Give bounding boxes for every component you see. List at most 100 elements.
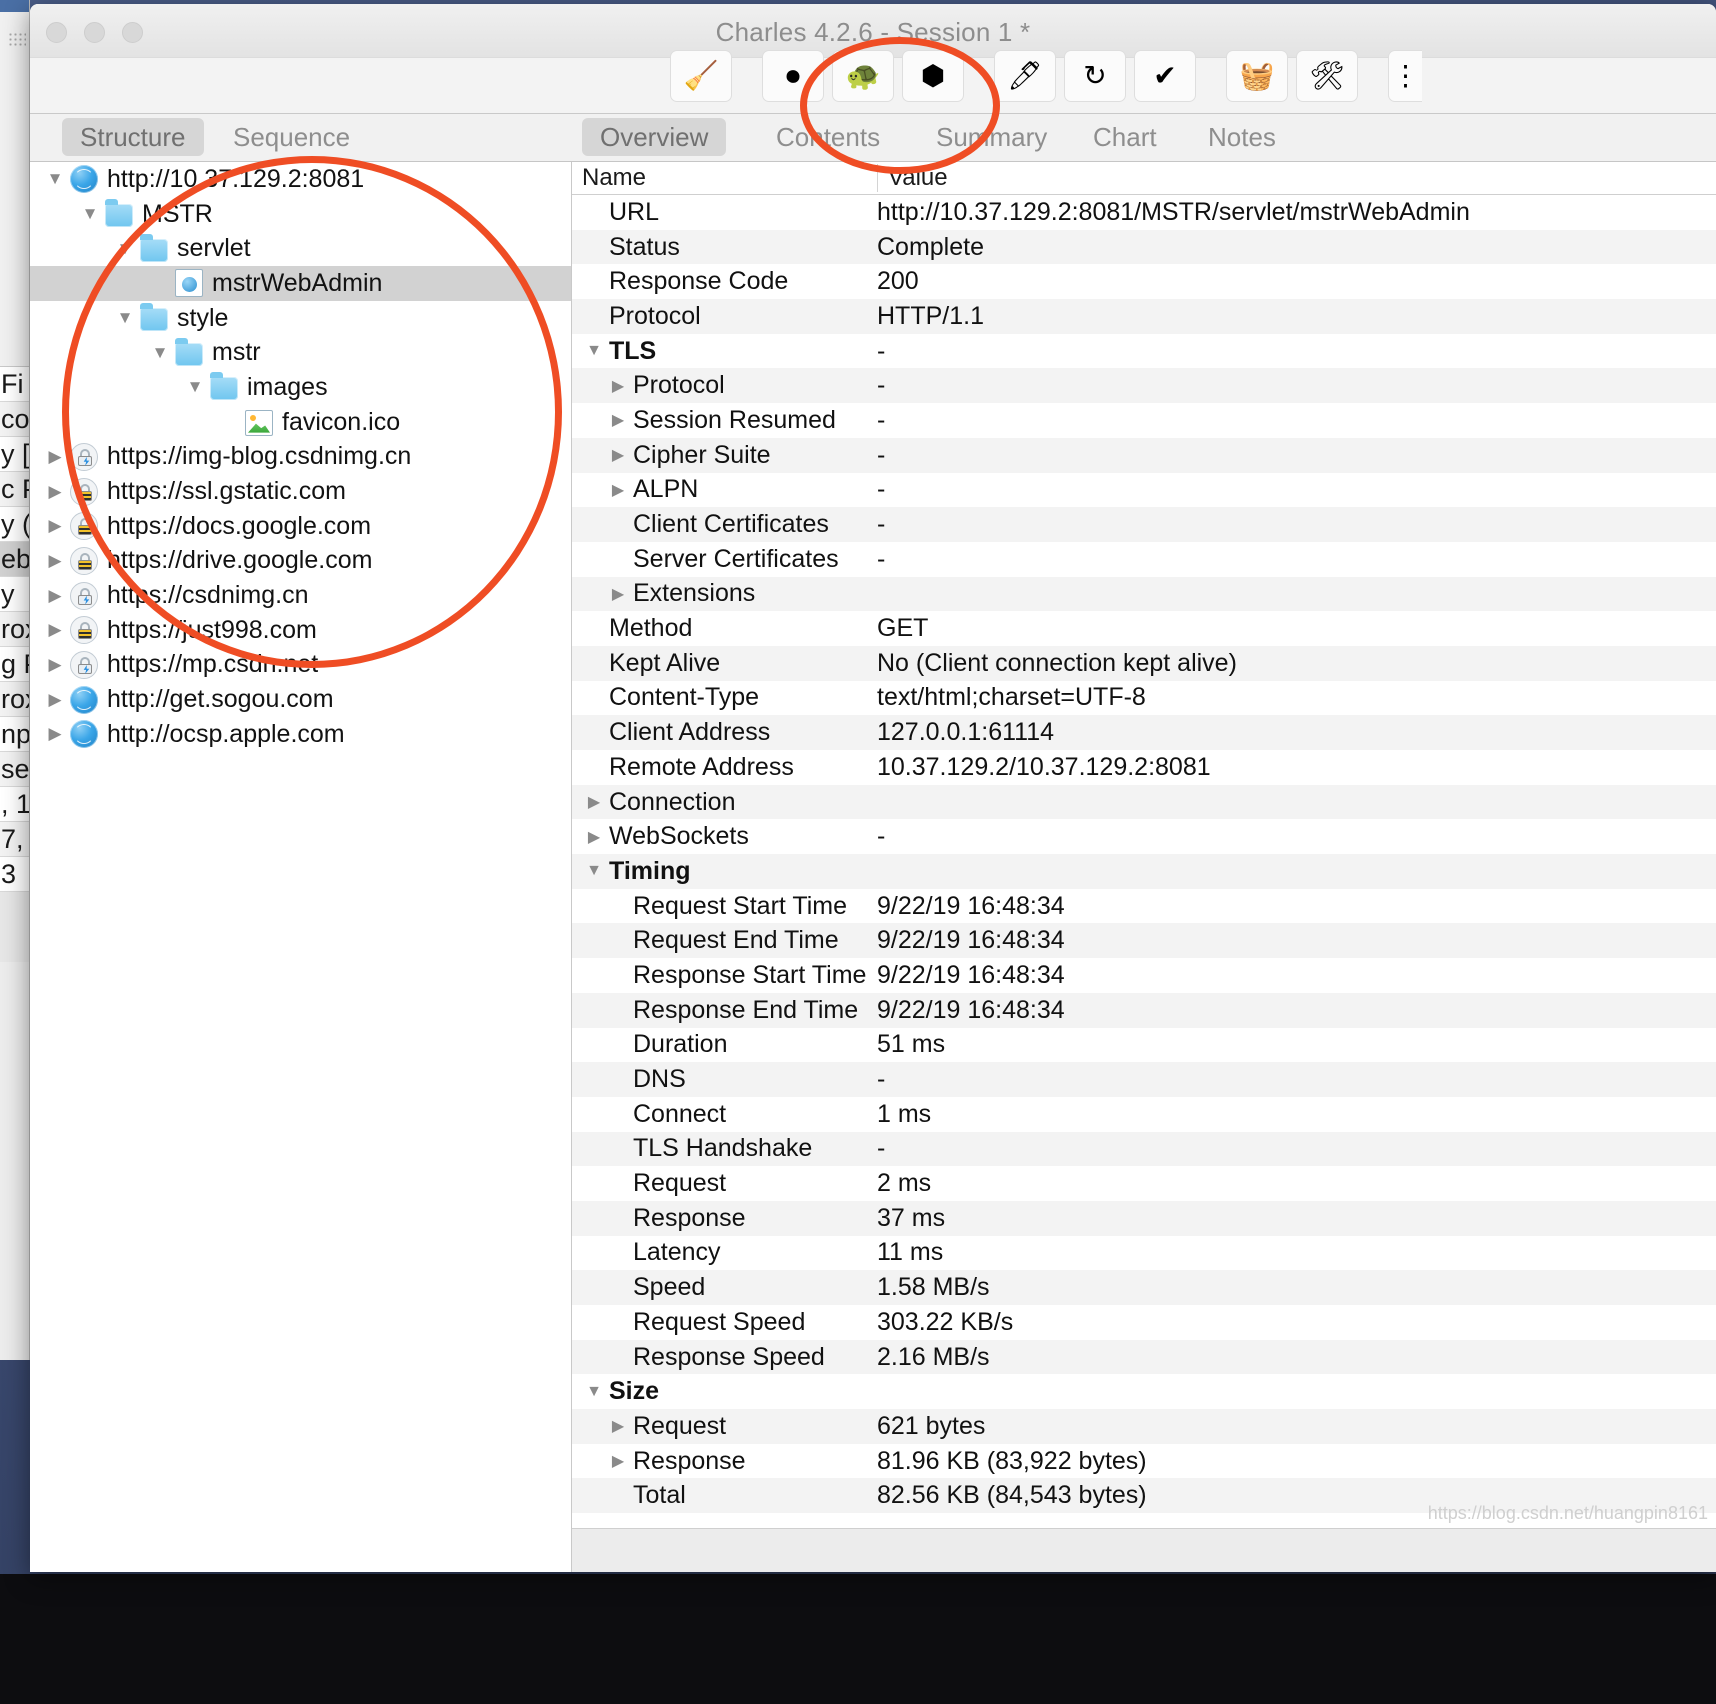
chevron-down-icon[interactable]: ▼	[184, 377, 206, 397]
table-row[interactable]: ▶Response Speed2.16 MB/s	[572, 1339, 1716, 1375]
chevron-down-icon[interactable]: ▼	[114, 308, 136, 328]
overview-details-pane[interactable]: Name Value ▶URLhttp://10.37.129.2:8081/M…	[572, 162, 1716, 1572]
record-button[interactable]: ⏺	[762, 50, 824, 102]
tree-item[interactable]: ▶ http://get.sogou.com	[30, 682, 571, 717]
tab-overview[interactable]: Overview	[582, 118, 727, 156]
table-row[interactable]: ▶Client Certificates-	[572, 507, 1716, 542]
chevron-down-icon[interactable]: ▼	[149, 343, 171, 363]
table-row[interactable]: ▶Response Code200	[572, 264, 1716, 300]
table-row[interactable]: ▶ WebSockets -	[572, 819, 1716, 855]
chevron-down-icon[interactable]: ▼	[584, 862, 604, 880]
toolbar-overflow-button[interactable]: ⋮	[1388, 50, 1422, 102]
tree-item[interactable]: ▶ https://mp.csdn.net	[30, 648, 571, 683]
chevron-right-icon[interactable]: ▶	[44, 724, 66, 744]
tree-item[interactable]: ▼ style	[30, 301, 571, 336]
table-row[interactable]: ▶Duration51 ms	[572, 1027, 1716, 1063]
table-row[interactable]: ▶ Cipher Suite -	[572, 437, 1716, 473]
chevron-down-icon[interactable]: ▼	[79, 204, 101, 224]
chevron-right-icon[interactable]: ▶	[44, 482, 66, 502]
table-row[interactable]: ▶Connect1 ms	[572, 1096, 1716, 1132]
table-row[interactable]: ▶Response37 ms	[572, 1200, 1716, 1236]
chevron-right-icon[interactable]: ▶	[44, 586, 66, 606]
table-row[interactable]: ▶ Connection	[572, 784, 1716, 820]
chevron-right-icon[interactable]: ▶	[608, 1416, 628, 1436]
repeat-button[interactable]: ↻	[1064, 50, 1126, 102]
table-row[interactable]: ▶ Response 81.96 KB (83,922 bytes)	[572, 1443, 1716, 1479]
chevron-right-icon[interactable]: ▶	[44, 516, 66, 536]
tree-item[interactable]: ▶ favicon.ico	[30, 405, 571, 440]
tree-item[interactable]: ▼ servlet	[30, 231, 571, 266]
column-header-name[interactable]: Name	[572, 164, 877, 192]
tree-item[interactable]: ▼ MSTR	[30, 197, 571, 232]
table-row[interactable]: ▶Request2 ms	[572, 1166, 1716, 1201]
chevron-right-icon[interactable]: ▶	[44, 447, 66, 467]
table-row[interactable]: ▶Latency11 ms	[572, 1235, 1716, 1271]
chevron-down-icon[interactable]: ▼	[114, 239, 136, 259]
column-header-value[interactable]: Value	[877, 164, 1716, 192]
chevron-right-icon[interactable]: ▶	[44, 690, 66, 710]
structure-tree-pane[interactable]: ▼ http://10.37.129.2:8081 ▼ MSTR ▼ servlet ▶ ms…	[30, 162, 572, 1572]
chevron-right-icon[interactable]: ▶	[44, 620, 66, 640]
table-row[interactable]: ▶Remote Address10.37.129.2/10.37.129.2:8…	[572, 750, 1716, 785]
table-row[interactable]: ▶Request Start Time9/22/19 16:48:34	[572, 888, 1716, 924]
tree-item[interactable]: ▼ http://10.37.129.2:8081	[30, 162, 571, 197]
table-row[interactable]: ▶TLS Handshake-	[572, 1131, 1716, 1167]
tree-item[interactable]: ▼ mstr	[30, 335, 571, 370]
chevron-right-icon[interactable]: ▶	[608, 480, 628, 500]
table-row[interactable]: ▶Content-Typetext/html;charset=UTF-8	[572, 680, 1716, 716]
tree-item[interactable]: ▶ https://csdnimg.cn	[30, 578, 571, 613]
chevron-right-icon[interactable]: ▶	[44, 655, 66, 675]
table-row[interactable]: ▶Response Start Time9/22/19 16:48:34	[572, 958, 1716, 993]
table-row[interactable]: ▶Request End Time9/22/19 16:48:34	[572, 923, 1716, 959]
table-row[interactable]: ▼ Timing	[572, 854, 1716, 889]
table-row[interactable]: ▶Response End Time9/22/19 16:48:34	[572, 992, 1716, 1028]
table-row[interactable]: ▶MethodGET	[572, 611, 1716, 646]
table-row[interactable]: ▼ TLS -	[572, 333, 1716, 369]
charles-window[interactable]: Charles 4.2.6 - Session 1 * 🧹 ⏺ 🐢 ⬢ 🖊 ↻ ✔ 🧺 🛠 ⋮ S…	[30, 4, 1716, 1572]
background-window[interactable]: Ficoy [c Py (ebyroxg Proxnpse, 17,3	[0, 0, 30, 1360]
table-row[interactable]: ▶StatusComplete	[572, 229, 1716, 265]
tools-basket-button[interactable]: 🧺	[1226, 50, 1288, 102]
table-row[interactable]: ▶ ALPN -	[572, 472, 1716, 508]
tab-structure[interactable]: Structure	[62, 118, 204, 156]
table-row[interactable]: ▶Speed1.58 MB/s	[572, 1270, 1716, 1305]
tree-item[interactable]: ▶ https://ssl.gstatic.com	[30, 474, 571, 509]
table-row[interactable]: ▶DNS-	[572, 1062, 1716, 1097]
chevron-down-icon[interactable]: ▼	[584, 1383, 604, 1401]
chevron-down-icon[interactable]: ▼	[584, 342, 604, 360]
table-row[interactable]: ▶Kept AliveNo (Client connection kept al…	[572, 645, 1716, 681]
clear-session-button[interactable]: 🧹	[670, 50, 732, 102]
table-row[interactable]: ▶ Extensions	[572, 576, 1716, 612]
chevron-right-icon[interactable]: ▶	[608, 584, 628, 604]
table-row[interactable]: ▶Client Address127.0.0.1:61114	[572, 715, 1716, 750]
settings-button[interactable]: 🛠	[1296, 50, 1358, 102]
table-row[interactable]: ▶URLhttp://10.37.129.2:8081/MSTR/servlet…	[572, 195, 1716, 230]
chevron-right-icon[interactable]: ▶	[608, 1451, 628, 1471]
tree-item[interactable]: ▶ https://drive.google.com	[30, 544, 571, 579]
tree-item[interactable]: ▶ mstrWebAdmin	[30, 266, 571, 301]
chevron-right-icon[interactable]: ▶	[584, 827, 604, 847]
chevron-down-icon[interactable]: ▼	[44, 169, 66, 189]
tab-contents[interactable]: Contents	[758, 118, 898, 156]
tab-sequence[interactable]: Sequence	[215, 118, 368, 156]
chevron-right-icon[interactable]: ▶	[608, 445, 628, 465]
compose-button[interactable]: 🖊	[994, 50, 1056, 102]
table-row[interactable]: ▶ Request 621 bytes	[572, 1409, 1716, 1444]
tree-item[interactable]: ▶ https://img-blog.csdnimg.cn	[30, 440, 571, 475]
table-row[interactable]: ▶Request Speed303.22 KB/s	[572, 1305, 1716, 1340]
tree-item[interactable]: ▶ http://ocsp.apple.com	[30, 717, 571, 752]
tree-item[interactable]: ▶ https://docs.google.com	[30, 509, 571, 544]
tab-summary[interactable]: Summary	[918, 118, 1065, 156]
tree-item[interactable]: ▼ images	[30, 370, 571, 405]
table-row[interactable]: ▶ProtocolHTTP/1.1	[572, 299, 1716, 334]
table-row[interactable]: ▶Server Certificates-	[572, 541, 1716, 577]
tab-chart[interactable]: Chart	[1075, 118, 1175, 156]
table-row[interactable]: ▶ Session Resumed -	[572, 403, 1716, 438]
table-row[interactable]: ▼ Size	[572, 1374, 1716, 1410]
table-row[interactable]: ▶ Protocol -	[572, 368, 1716, 404]
chevron-right-icon[interactable]: ▶	[584, 792, 604, 812]
breakpoints-button[interactable]: ⬢	[902, 50, 964, 102]
chevron-right-icon[interactable]: ▶	[44, 551, 66, 571]
validate-button[interactable]: ✔	[1134, 50, 1196, 102]
tab-notes[interactable]: Notes	[1190, 118, 1294, 156]
